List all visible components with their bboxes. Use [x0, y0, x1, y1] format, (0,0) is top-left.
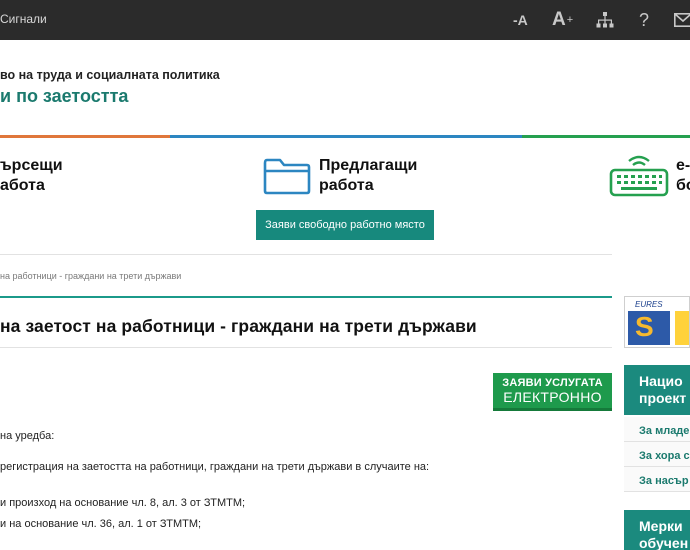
sidebar-block-title-line1: Мерки — [639, 518, 683, 534]
content-line: и произход на основание чл. 8, ал. 3 от … — [0, 497, 246, 509]
sidebar-block-title-line1: Нацио — [639, 373, 683, 389]
sidebar-block-title-line2: обучен — [639, 535, 689, 550]
content-line: на уредба: — [0, 430, 55, 442]
content-line: и на основание чл. 36, ал. 1 от ЗТМТМ; — [0, 518, 202, 530]
category-employers[interactable]: Предлагащи работа — [319, 156, 417, 196]
apply-electronically-line1: ЗАЯВИ УСЛУГАТА — [502, 377, 603, 389]
sidebar-link[interactable]: За насър — [624, 467, 690, 492]
sidebar-link[interactable]: За младе — [624, 417, 690, 442]
category-jobseekers[interactable]: ърсещи абота — [0, 156, 63, 196]
font-increase-label: A — [552, 9, 566, 30]
category-eservices-line2: бо — [676, 177, 690, 194]
font-decrease-button[interactable]: -A — [513, 0, 528, 40]
sidebar-block-national-projects[interactable]: Нацио проект — [624, 365, 690, 415]
title-accent-line — [0, 296, 612, 298]
sidebar-block-title-line2: проект — [639, 390, 687, 406]
apply-electronically-line2: ЕЛЕКТРОННО — [503, 389, 602, 405]
category-employers-line2: работа — [319, 177, 374, 194]
eures-logo-icon: S — [635, 311, 654, 342]
eures-label: EURES — [635, 300, 663, 309]
page-title: на заетост на работници - граждани на тр… — [0, 316, 477, 336]
signals-link[interactable]: Сигнали — [0, 12, 47, 26]
ministry-name: во на труда и социалната политика — [0, 68, 220, 82]
category-jobseekers-line1: ърсещи — [0, 157, 63, 174]
help-button[interactable]: ? — [639, 0, 649, 40]
sitemap-icon[interactable] — [596, 0, 614, 40]
font-increase-button[interactable]: A + — [552, 0, 573, 40]
category-eservices-line1: е- — [676, 157, 690, 174]
category-bar-jobseekers — [0, 135, 170, 138]
eures-logo-tile-secondary — [675, 311, 689, 345]
category-bar-eservices — [522, 135, 690, 138]
agency-name[interactable]: и по заетостта — [0, 86, 128, 107]
category-employers-line1: Предлагащи — [319, 157, 418, 174]
category-jobseekers-line2: абота — [0, 177, 45, 194]
keyboard-icon[interactable] — [609, 153, 669, 202]
divider — [0, 254, 612, 255]
font-increase-plus: + — [566, 14, 574, 26]
sidebar-block-training-measures[interactable]: Мерки обучен — [624, 510, 690, 550]
eures-banner[interactable]: EURES S — [624, 296, 690, 348]
declare-vacancy-button[interactable]: Заяви свободно работно място — [256, 210, 434, 240]
content-line: регистрация на заетостта на работници, г… — [0, 461, 430, 473]
top-bar: Сигнали -A A + ? — [0, 0, 690, 40]
apply-electronically-button[interactable]: ЗАЯВИ УСЛУГАТА ЕЛЕКТРОННО — [493, 373, 612, 411]
category-eservices[interactable]: е- бо — [676, 156, 690, 196]
breadcrumb[interactable]: на работници - граждани на трети държави — [0, 271, 181, 281]
sidebar-link[interactable]: За хора с — [624, 442, 690, 467]
folder-icon[interactable] — [262, 155, 312, 200]
mail-icon[interactable] — [674, 0, 690, 40]
category-bar-employers — [170, 135, 522, 138]
title-divider — [0, 347, 612, 348]
